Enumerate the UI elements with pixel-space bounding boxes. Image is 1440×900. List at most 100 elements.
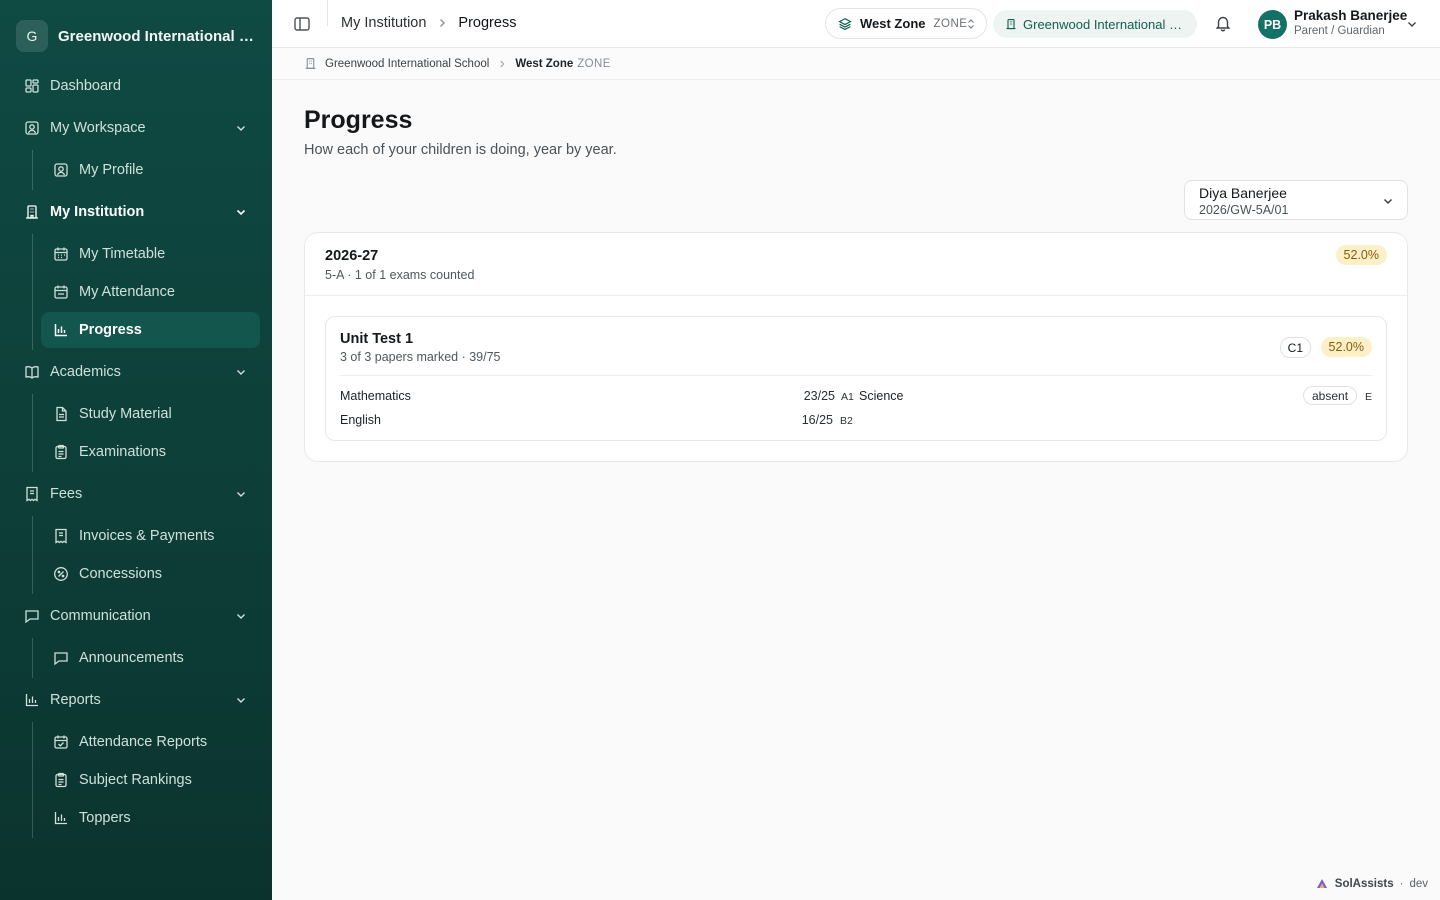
sidebar-item-my-attendance[interactable]: My Attendance [41,274,260,310]
building-icon [1005,18,1017,30]
year-label: 2026-27 [325,248,379,264]
footer-separator: · [1399,878,1404,890]
chevron-down-icon [234,121,248,135]
file-icon [53,406,69,422]
sidebar-item-progress[interactable]: Progress [41,312,260,348]
chevron-right-icon [436,17,448,29]
school-switcher[interactable]: Greenwood International School [993,10,1197,38]
zone-switcher[interactable]: West Zone ZONE [825,8,987,39]
chevron-down-icon [234,693,248,707]
page-title: Progress [304,106,413,134]
org-name: Greenwood International School [58,27,260,45]
sidebar-section-label: Fees [50,486,83,502]
sidebar-section-label: Academics [50,364,121,380]
sidebar-item-my-profile[interactable]: My Profile [41,152,260,188]
sidebar-item-label: Progress [79,322,142,338]
sidebar-section-label: My Institution [50,204,145,220]
child-name: Diya Banerjee [1199,185,1287,201]
absent-badge: absent [1303,386,1358,405]
chevron-down-icon [234,365,248,379]
chevron-down-icon[interactable] [1405,17,1419,31]
badge-percent-icon [53,566,69,582]
user-name: Prakash Banerjee [1294,8,1408,23]
solassists-logo-icon [1315,877,1329,891]
sidebar-item-dashboard[interactable]: Dashboard [24,68,250,104]
subject-score: 16/25 [801,413,833,427]
chevron-down-icon [234,487,248,501]
org-switcher[interactable]: G Greenwood International School [16,20,260,52]
year-header: 2026-27 5-A · 1 of 1 exams counted 52.0% [305,233,1407,296]
sidebar-item-my-timetable[interactable]: My Timetable [41,236,260,272]
chevron-right-icon [497,59,507,69]
user-square-icon [24,120,40,136]
sidebar-item-concessions[interactable]: Concessions [41,556,260,592]
bar-chart-icon [53,322,69,338]
footer: SolAssists · dev [1315,877,1428,891]
breadcrumb: My Institution Progress [341,15,516,31]
sidebar-item-label: My Profile [79,162,144,178]
divider [327,0,328,26]
sidebar-item-label: Toppers [79,810,131,826]
sidebar-item-subject-rankings[interactable]: Subject Rankings [41,762,260,798]
sidebar-section-fees[interactable]: Fees [24,476,250,512]
year-percent-badge: 52.0% [1335,245,1387,265]
sidebar-section-communication[interactable]: Communication [24,598,250,634]
sidebar-item-label: Dashboard [50,78,121,94]
footer-brand: SolAssists [1334,878,1394,890]
chevron-down-icon [234,205,248,219]
exam-card: Unit Test 1 3 of 3 papers marked · 39/75… [325,316,1387,441]
building-icon [304,57,317,70]
clipboard-icon [53,772,69,788]
sidebar-item-attendance-reports[interactable]: Attendance Reports [41,724,260,760]
sidebar-item-examinations[interactable]: Examinations [41,434,260,470]
year-meta: 5-A · 1 of 1 exams counted [325,268,475,282]
sidebar-section-my-institution[interactable]: My Institution [24,194,250,230]
sidebar-item-toppers[interactable]: Toppers [41,800,260,836]
context-school[interactable]: Greenwood International School [325,58,489,70]
user-square-icon [53,162,69,178]
breadcrumb-parent[interactable]: My Institution [341,15,426,31]
bell-icon[interactable] [1214,14,1232,32]
sidebar-item-label: Subject Rankings [79,772,192,788]
calendar-check-icon [53,284,69,300]
exam-grade-badge: C1 [1279,337,1311,358]
sidebar-section-reports[interactable]: Reports [24,682,250,718]
context-zone-tag: ZONE [577,57,611,70]
sidebar-item-label: My Attendance [79,284,175,300]
tree-line [32,394,33,472]
layers-icon [838,17,852,31]
zone-tag: ZONE [933,17,968,30]
user-menu[interactable]: Prakash Banerjee Parent / Guardian [1294,8,1407,37]
sidebar-item-study-material[interactable]: Study Material [41,396,260,432]
sidebar-item-label: Examinations [79,444,167,460]
subject-name: Mathematics [340,389,411,403]
sidebar-item-label: Concessions [79,566,163,582]
avatar[interactable]: PB [1258,10,1287,39]
dashboard-icon [24,78,40,94]
sidebar-toggle-icon[interactable] [292,14,312,34]
subject-grade: A1 [841,391,854,403]
sidebar-section-label: Reports [50,692,101,708]
chevrons-up-down-icon [966,18,976,30]
calendar-icon [53,246,69,262]
tree-line [32,722,33,838]
sidebar-item-invoices-payments[interactable]: Invoices & Payments [41,518,260,554]
context-zone: West Zone [515,57,574,70]
sidebar-section-academics[interactable]: Academics [24,354,250,390]
sidebar-item-announcements[interactable]: Announcements [41,640,260,676]
subject-grade: B2 [840,415,853,427]
clipboard-icon [53,444,69,460]
sidebar-item-label: Announcements [79,650,184,666]
school-name: Greenwood International School [1023,16,1183,32]
context-breadcrumb: Greenwood International School West Zone… [272,48,1440,80]
chevron-down-icon [234,609,248,623]
exam-name: Unit Test 1 [340,331,414,347]
top-bar: My Institution Progress West Zone ZONE G… [272,0,1440,48]
footer-env: dev [1409,878,1428,890]
page-subtitle: How each of your children is doing, year… [304,142,617,158]
subject-grade: E [1365,391,1373,403]
child-select[interactable]: Diya Banerjee 2026/GW-5A/01 [1184,180,1408,220]
calendar-check-icon [53,734,69,750]
sidebar-section-my-workspace[interactable]: My Workspace [24,110,250,146]
year-card: 2026-27 5-A · 1 of 1 exams counted 52.0%… [304,232,1408,462]
